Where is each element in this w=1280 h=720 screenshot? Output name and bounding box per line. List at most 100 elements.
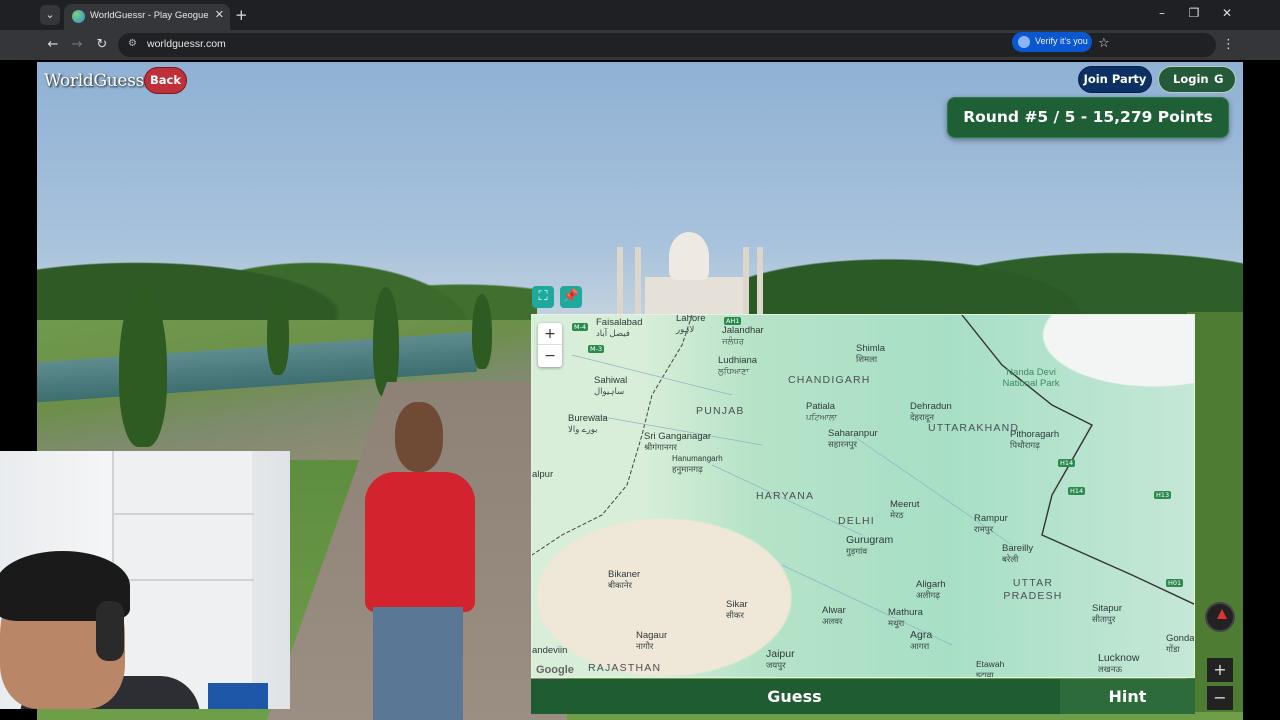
highway-shield: AH1 [724,317,742,325]
cabinet-shelf [114,579,254,581]
map-place: Dehradun देहरादून [910,401,952,422]
jeans [373,607,463,720]
globe-icon [72,10,85,23]
map-place: Gurugram गुड़गांव [846,534,894,557]
grass-right [1187,312,1243,712]
tab-search-button[interactable]: ⌄ [40,5,60,25]
map-place: Shimla शिमला [856,343,886,364]
map-place: Jaipur जयपुर [766,648,795,671]
map-place: Ludhiana ਲੁਧਿਆਣਾ [718,355,758,376]
forward-arrow-icon[interactable]: → [68,37,86,52]
pin-map-icon[interactable]: 📌 [560,286,582,308]
google-attribution[interactable]: Google [536,664,574,676]
new-tab-button[interactable]: + [235,6,248,24]
background-cabinet [112,451,254,709]
compass-needle [1217,609,1227,619]
expand-map-icon[interactable]: ⛶ [532,286,554,308]
map-place: Aligarh अलीगढ़ [916,579,946,600]
streetview-zoom-out-button[interactable]: − [1207,686,1233,710]
map-region: HARYANA [756,490,815,502]
map-zoom-in-button[interactable]: + [538,323,562,345]
reload-icon[interactable]: ↻ [93,37,111,52]
map-zoom-out-button[interactable]: − [538,345,562,367]
highway-shield: H14 [1058,459,1076,467]
map-place: Faisalabad فیصل آباد [596,317,643,338]
chevron-down-icon: ⌄ [45,8,55,21]
cabinet-shelf [114,513,254,515]
streetview-zoom-in-button[interactable]: + [1207,658,1233,682]
google-icon: G [1214,72,1224,86]
kebab-menu-icon[interactable]: ⋮ [1222,37,1235,52]
guess-bar: Guess Hint [531,679,1195,714]
url-text: worldguessr.com [147,38,226,50]
tab-worldguessr[interactable]: WorldGuessr - Play Geoguessr Free ✕ [64,4,230,30]
map-place: Nagaur नागौर [636,630,668,651]
close-icon[interactable]: ✕ [215,8,224,21]
blue-box [208,683,268,709]
hint-button[interactable]: Hint [1060,679,1195,714]
map-place: Patiala ਪਟਿਆਲਾ [806,401,838,422]
map-place: Etawah इटावा [976,659,1005,678]
map-place-fragment: andeviin [532,645,568,656]
map-place: Gonda गोंडा [1166,633,1195,654]
taj-mahal [645,277,745,317]
back-button[interactable]: Back [144,67,187,94]
map-place: Sitapur सीतापुर [1092,603,1123,624]
browser-toolbar: ← → ↻ ⚙ worldguessr.com ☆ Verify it's yo… [0,30,1280,60]
tab-strip: ⌄ WorldGuessr - Play Geoguessr Free ✕ + … [0,0,1280,30]
map-place: Burewala بورے والا [568,413,608,434]
minimize-button[interactable]: – [1152,6,1172,20]
login-button[interactable]: Login G [1158,66,1236,93]
map-park: Nanda Devi National Park [1002,367,1060,389]
map-place: Lahore لاہور [676,314,706,334]
highway-shield: M-3 [588,345,605,353]
plus-icon: + [235,6,248,24]
star-icon[interactable]: ☆ [1098,36,1110,51]
restore-button[interactable]: ❐ [1184,6,1204,20]
highway-shield: H01 [1166,579,1184,587]
verify-label: Verify it's you [1035,36,1088,46]
cypress-tree [119,287,167,447]
map-place: Saharanpur सहारनपुर [828,428,878,449]
taj-mahal-dome [669,232,709,280]
highway-shield: M-4 [572,323,589,331]
cypress-tree [472,294,492,369]
close-window-button[interactable]: ✕ [1217,6,1237,20]
blurred-person [355,402,485,720]
cypress-tree [267,290,289,375]
map-region: CHANDIGARH [788,374,871,386]
map-region: UTTARAKHAND [928,422,1020,434]
map-place: Alwar अलवर [822,605,846,626]
guess-map[interactable]: + − Faisalabad فیصل آباد Lahore لاہور Jala… [531,314,1195,678]
red-shirt [365,472,475,612]
map-place: Sikar सीकर [726,599,748,620]
map-place: Sahiwal ساہیوال [594,375,628,396]
screen: ⌄ WorldGuessr - Play Geoguessr Free ✕ + … [0,0,1280,720]
map-place: Agra आगरा [910,629,933,652]
back-arrow-icon[interactable]: ← [44,37,62,52]
join-party-button[interactable]: Join Party [1078,66,1152,93]
map-place: Lucknow लखनऊ [1098,652,1140,675]
map-place: Mathura मथुरा [888,607,923,628]
map-place: Sri Ganganagar श्रीगंगानगर [644,431,712,452]
map-place: Bareilly बरेली [1002,543,1034,564]
cypress-tree [373,287,399,397]
map-region: DELHI [838,515,875,527]
minaret [635,247,641,317]
app-logo[interactable]: WorldGuessr [44,71,152,91]
map-region: PUNJAB [696,405,745,417]
map-place: Jalandhar ਜਲੰਧਰ [722,325,764,346]
highway-shield: H14 [1068,487,1086,495]
guess-button[interactable]: Guess [531,679,1058,714]
map-place: Rampur रामपुर [974,513,1008,534]
compass-icon[interactable] [1205,602,1235,632]
minaret [743,247,749,317]
tab-title: WorldGuessr - Play Geoguessr Free [90,10,208,21]
blurred-face [395,402,443,472]
verify-profile-chip[interactable]: Verify it's you [1012,32,1092,52]
minaret [757,247,763,317]
profile-icon [1018,36,1030,48]
headphones-icon [96,601,124,661]
map-place: Hanumangarh हनुमानगढ़ [672,454,723,474]
site-info-icon[interactable]: ⚙ [128,38,137,49]
